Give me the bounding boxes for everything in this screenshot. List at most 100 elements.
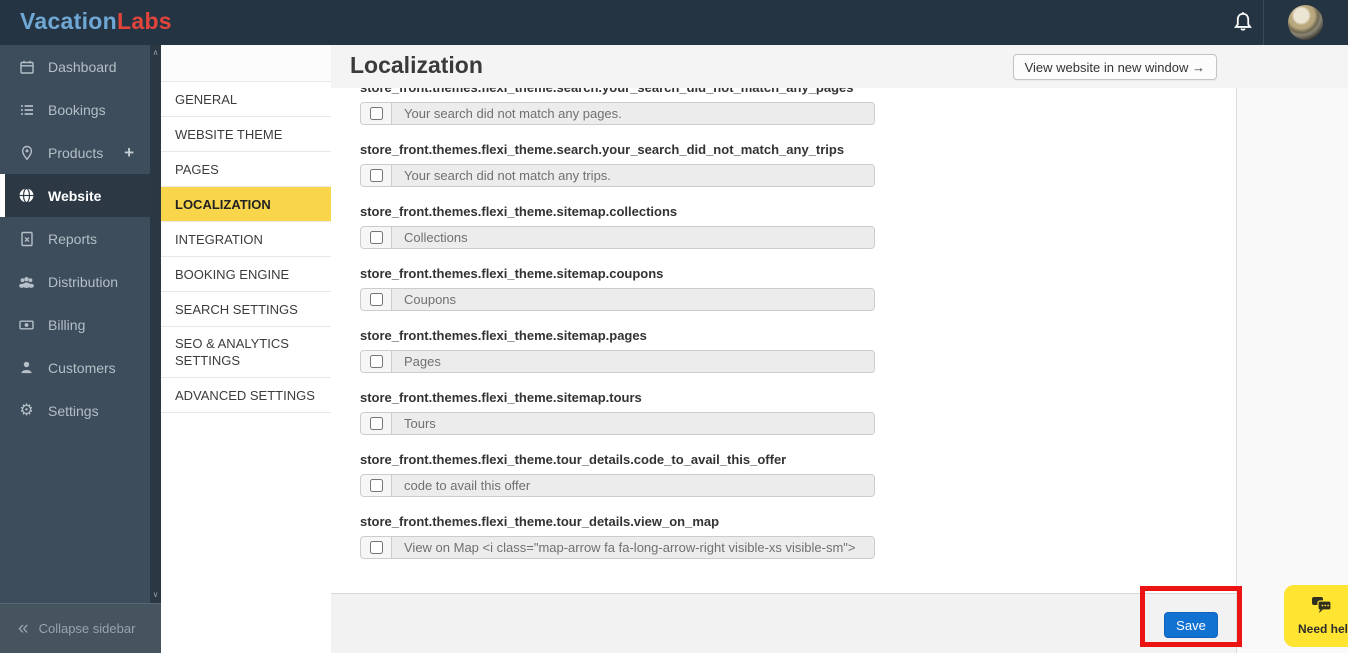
logo-part-vacation: Vacation	[20, 8, 117, 34]
sidebar-item-dashboard[interactable]: Dashboard	[0, 45, 150, 88]
sidebar-item-distribution[interactable]: Distribution	[0, 260, 150, 303]
field-text-input[interactable]	[392, 103, 874, 124]
sidebar-item-label: Settings	[48, 403, 99, 419]
submenu-item-website-theme[interactable]: WEBSITE THEME	[161, 117, 331, 152]
user-avatar[interactable]	[1288, 5, 1323, 40]
field-text-input[interactable]	[392, 227, 874, 248]
scroll-up-icon[interactable]: ∧	[150, 48, 161, 58]
field-text-input[interactable]	[392, 165, 874, 186]
notifications-bell-icon[interactable]	[1230, 10, 1256, 36]
field-text-input[interactable]	[392, 289, 874, 310]
map-pin-icon	[18, 144, 35, 161]
field-text-input[interactable]	[392, 351, 874, 372]
plus-icon[interactable]: +	[124, 143, 134, 163]
sidebar-item-label: Products	[48, 145, 103, 161]
sidebar-item-reports[interactable]: Reports	[0, 217, 150, 260]
list-icon	[18, 101, 35, 118]
submenu-item-search-settings[interactable]: SEARCH SETTINGS	[161, 292, 331, 327]
field-key-label: store_front.themes.flexi_theme.sitemap.p…	[360, 328, 1236, 343]
sidebar-item-label: Customers	[48, 360, 116, 376]
field-row: store_front.themes.flexi_theme.tour_deta…	[360, 452, 1236, 497]
field-row: store_front.themes.flexi_theme.sitemap.t…	[360, 390, 1236, 435]
field-row: store_front.themes.flexi_theme.search.yo…	[360, 88, 1236, 125]
sidebar-item-label: Website	[48, 188, 101, 204]
field-text-input[interactable]	[392, 475, 874, 496]
globe-icon	[18, 187, 35, 204]
field-input-group	[360, 226, 875, 249]
topbar-divider	[1263, 0, 1264, 45]
vacationlabs-logo: VacationLabs	[20, 8, 172, 35]
field-key-label: store_front.themes.flexi_theme.sitemap.t…	[360, 390, 1236, 405]
field-checkbox[interactable]	[370, 169, 383, 182]
top-bar: VacationLabs	[0, 0, 1348, 45]
field-input-group	[360, 536, 875, 559]
checkbox-addon	[361, 227, 392, 248]
users-icon	[18, 273, 35, 290]
field-checkbox[interactable]	[370, 417, 383, 430]
sidebar-item-bookings[interactable]: Bookings	[0, 88, 150, 131]
website-submenu: GENERAL WEBSITE THEME PAGES LOCALIZATION…	[161, 45, 331, 653]
sidebar-item-billing[interactable]: Billing	[0, 303, 150, 346]
sidebar-item-settings[interactable]: ⚙ Settings	[0, 389, 150, 432]
field-text-input[interactable]	[392, 537, 874, 558]
field-checkbox[interactable]	[370, 479, 383, 492]
localization-form: store_front.themes.flexi_theme.search.yo…	[331, 88, 1236, 593]
calendar-icon	[18, 58, 35, 75]
page-title: Localization	[350, 52, 483, 79]
field-key-label: store_front.themes.flexi_theme.tour_deta…	[360, 452, 1236, 467]
submenu-item-pages[interactable]: PAGES	[161, 152, 331, 187]
chat-bubbles-icon	[1310, 596, 1334, 619]
field-checkbox[interactable]	[370, 107, 383, 120]
file-report-icon	[18, 230, 35, 247]
submenu-item-booking-engine[interactable]: BOOKING ENGINE	[161, 257, 331, 292]
checkbox-addon	[361, 413, 392, 434]
save-button[interactable]: Save	[1164, 612, 1218, 638]
user-icon	[18, 359, 35, 376]
sidebar-item-label: Distribution	[48, 274, 118, 290]
field-row: store_front.themes.flexi_theme.tour_deta…	[360, 514, 1236, 559]
submenu-scrollbar[interactable]: ∧ ∨	[150, 45, 161, 603]
sidebar-item-label: Billing	[48, 317, 85, 333]
collapse-sidebar-button[interactable]: « Collapse sidebar	[0, 603, 161, 653]
field-row: store_front.themes.flexi_theme.search.yo…	[360, 142, 1236, 187]
checkbox-addon	[361, 351, 392, 372]
right-rail	[1236, 88, 1348, 653]
field-key-label: store_front.themes.flexi_theme.sitemap.c…	[360, 204, 1236, 219]
submenu-item-localization[interactable]: LOCALIZATION	[161, 187, 331, 222]
logo-part-labs: Labs	[117, 8, 172, 34]
submenu-item-advanced-settings[interactable]: ADVANCED SETTINGS	[161, 378, 331, 413]
gear-icon: ⚙	[18, 402, 35, 419]
field-input-group	[360, 474, 875, 497]
scroll-down-icon[interactable]: ∨	[150, 590, 161, 600]
sidebar-item-products[interactable]: Products +	[0, 131, 150, 174]
sidebar-item-label: Dashboard	[48, 59, 117, 75]
need-help-button[interactable]: Need help?	[1284, 585, 1348, 647]
field-checkbox[interactable]	[370, 541, 383, 554]
field-checkbox[interactable]	[370, 355, 383, 368]
checkbox-addon	[361, 103, 392, 124]
view-website-button[interactable]: View website in new window →	[1013, 54, 1217, 80]
submenu-item-integration[interactable]: INTEGRATION	[161, 222, 331, 257]
money-icon	[18, 316, 35, 333]
field-checkbox[interactable]	[370, 231, 383, 244]
field-checkbox[interactable]	[370, 293, 383, 306]
submenu-spacer	[161, 45, 331, 82]
sidebar-item-website[interactable]: Website	[0, 174, 150, 217]
sidebar-item-customers[interactable]: Customers	[0, 346, 150, 389]
app-window: VacationLabs Dashboard Bookings	[0, 0, 1348, 653]
field-input-group	[360, 350, 875, 373]
field-text-input[interactable]	[392, 413, 874, 434]
form-footer	[331, 593, 1236, 653]
field-row: store_front.themes.flexi_theme.sitemap.c…	[360, 204, 1236, 249]
field-key-label: store_front.themes.flexi_theme.search.yo…	[360, 88, 1236, 95]
checkbox-addon	[361, 165, 392, 186]
sidebar-item-label: Reports	[48, 231, 97, 247]
submenu-item-seo-analytics-settings[interactable]: SEO & ANALYTICS SETTINGS	[161, 327, 331, 378]
checkbox-addon	[361, 475, 392, 496]
collapse-sidebar-label: Collapse sidebar	[39, 621, 136, 636]
field-row: store_front.themes.flexi_theme.sitemap.c…	[360, 266, 1236, 311]
checkbox-addon	[361, 289, 392, 310]
submenu-item-general[interactable]: GENERAL	[161, 82, 331, 117]
field-key-label: store_front.themes.flexi_theme.sitemap.c…	[360, 266, 1236, 281]
need-help-label: Need help?	[1298, 622, 1348, 636]
